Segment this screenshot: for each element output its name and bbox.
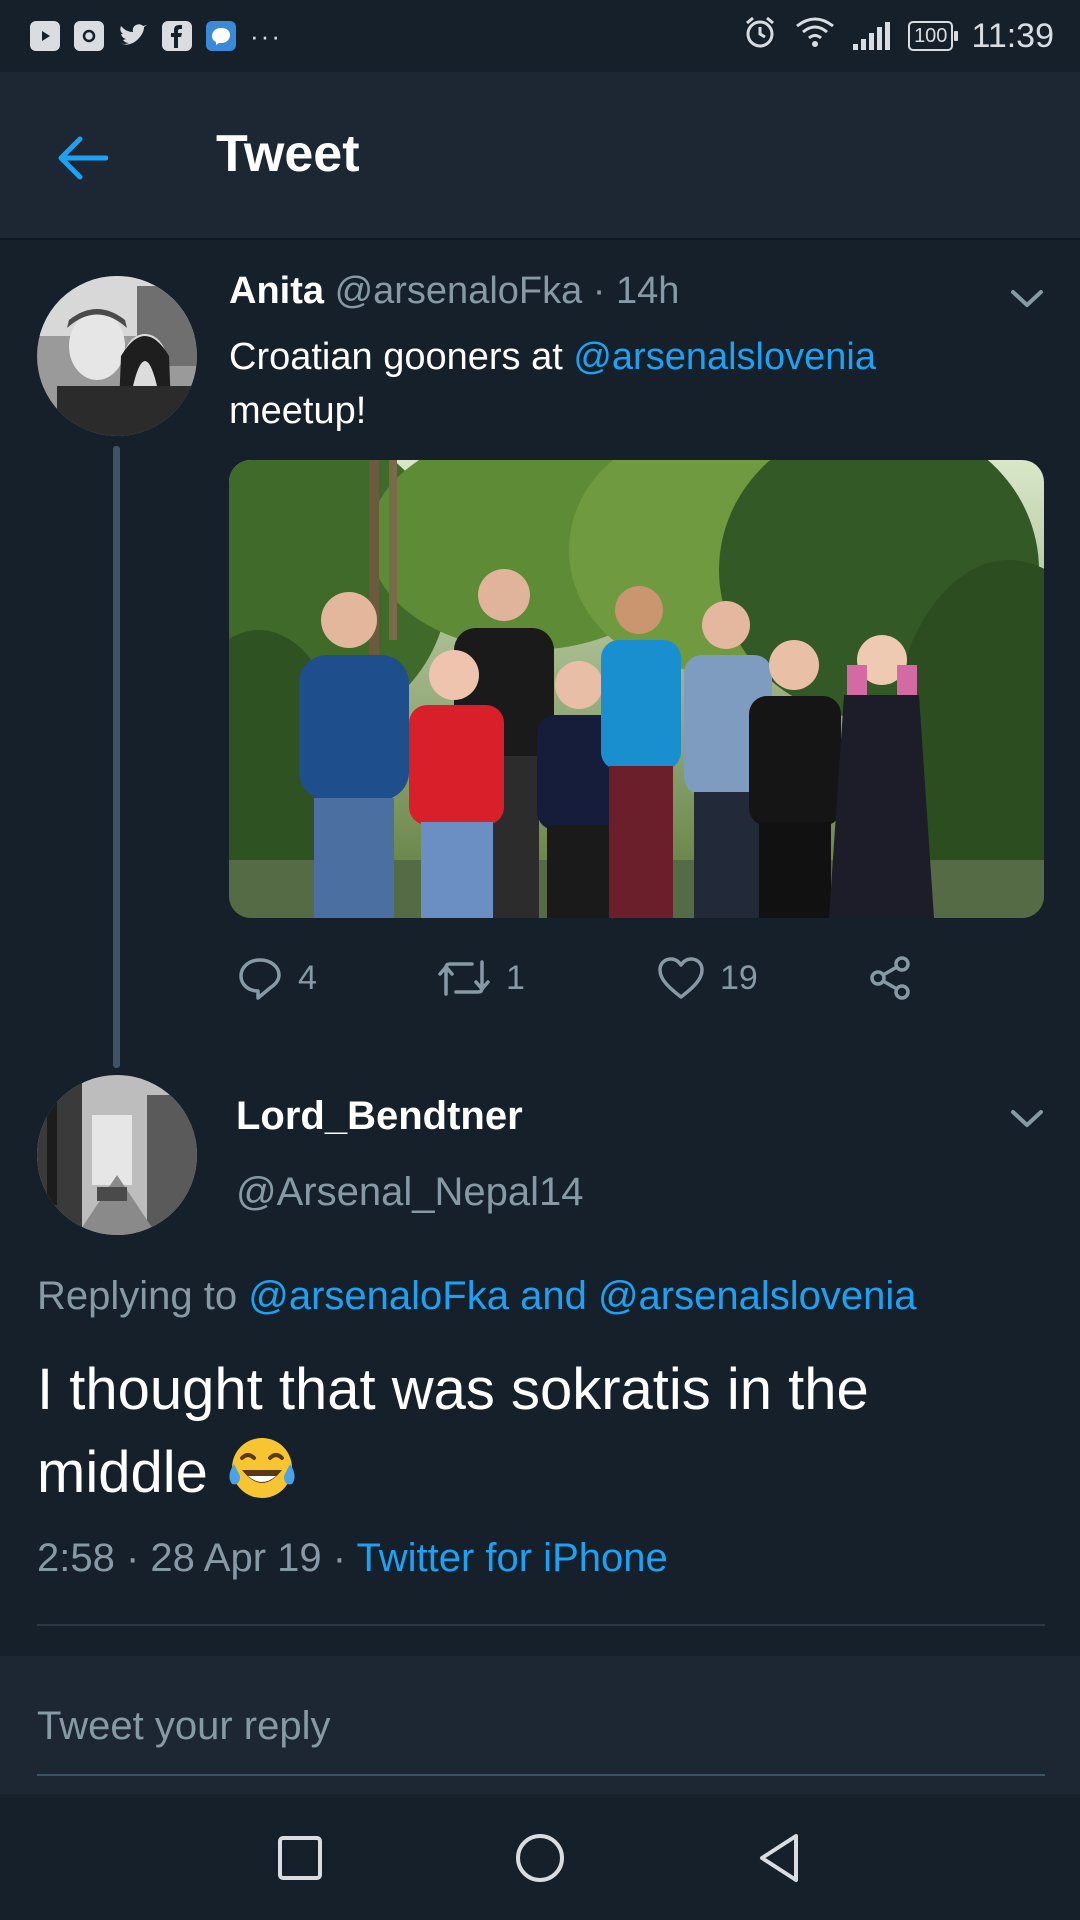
author-handle[interactable]: @arsenaloFka	[335, 270, 583, 312]
author-name[interactable]: Anita	[229, 270, 324, 312]
lord-bendtner-avatar[interactable]	[37, 1075, 197, 1235]
replying-to: Replying to @arsenaloFka and @arsenalslo…	[37, 1274, 917, 1318]
reply-author-name[interactable]: Lord_Bendtner	[236, 1094, 523, 1139]
share-icon	[870, 956, 910, 1000]
back-arrow-icon[interactable]	[52, 128, 112, 188]
twitter-icon	[118, 21, 148, 51]
reply-tweet-text: I thought that was sokratis in the middl…	[37, 1357, 869, 1506]
system-icons: 100 11:39	[743, 15, 1054, 57]
instagram-icon	[74, 21, 104, 51]
youtube-icon	[30, 21, 60, 51]
like-action[interactable]: 19	[656, 952, 758, 1004]
tweet-source-link[interactable]: Twitter for iPhone	[356, 1536, 667, 1580]
tweet-date: 28 Apr 19	[150, 1536, 322, 1580]
tweet-photo[interactable]	[229, 460, 1044, 918]
page-title: Tweet	[216, 125, 360, 183]
mention-link[interactable]: @arsenalslovenia	[573, 336, 876, 378]
recent-apps-square-icon[interactable]	[272, 1830, 328, 1886]
messenger-icon	[206, 21, 236, 51]
tweet-text: Croatian gooners at @arsenalslovenia mee…	[229, 336, 876, 432]
signal-icon	[853, 22, 891, 50]
retweet-icon	[438, 960, 490, 996]
divider	[37, 1624, 1045, 1626]
more-notifications: ···	[250, 20, 282, 51]
back-triangle-icon[interactable]	[752, 1830, 808, 1886]
battery-icon: 100	[908, 21, 959, 51]
reply-icon	[239, 958, 281, 1000]
app-header: Tweet	[0, 72, 1080, 240]
alarm-icon	[743, 15, 777, 57]
clock: 11:39	[971, 16, 1054, 55]
reply-timestamp: 2:58 · 28 Apr 19 · Twitter for iPhone	[37, 1536, 668, 1580]
reply-input[interactable]	[37, 1686, 1045, 1766]
retweet-action[interactable]: 1	[436, 952, 525, 1004]
thread-connector-line	[113, 446, 120, 1068]
reply-author-handle[interactable]: @Arsenal_Nepal14	[236, 1170, 583, 1215]
chevron-down-icon[interactable]	[1009, 286, 1045, 310]
heart-icon	[658, 957, 704, 999]
separator: ·	[582, 270, 617, 312]
tweet-time: 2:58	[37, 1536, 115, 1580]
reply-composer	[0, 1656, 1080, 1794]
retweet-count: 1	[506, 958, 525, 997]
mention-link[interactable]: @arsenaloFka	[248, 1274, 509, 1318]
chevron-down-icon[interactable]	[1009, 1106, 1045, 1130]
status-bar: ··· 100 11:39	[0, 0, 1080, 72]
reply-count: 4	[298, 958, 317, 997]
home-circle-icon[interactable]	[512, 1830, 568, 1886]
mention-link[interactable]: @arsenalslovenia	[598, 1274, 917, 1318]
share-action[interactable]	[866, 952, 914, 1004]
reply-input-underline	[37, 1774, 1045, 1776]
reply-action[interactable]: 4	[236, 952, 317, 1004]
facebook-icon	[162, 21, 192, 51]
notification-icons: ···	[30, 21, 282, 52]
system-nav-bar	[0, 1794, 1080, 1920]
tweet-header: Anita @arsenaloFka · 14h	[229, 270, 679, 313]
like-count: 19	[720, 958, 758, 997]
anita-avatar[interactable]	[37, 276, 197, 436]
wifi-icon	[795, 16, 835, 56]
laughing-tears-emoji	[224, 1430, 300, 1506]
tweet-time: 14h	[616, 270, 680, 312]
